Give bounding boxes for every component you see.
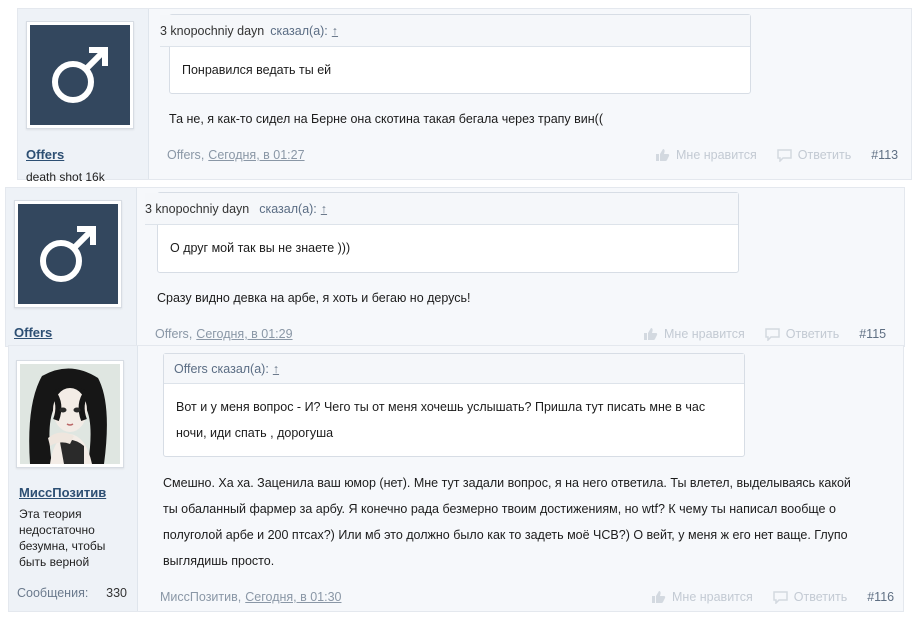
speech-bubble-icon: [777, 148, 792, 162]
author-title: Эта теория недостаточно безумна, чтобы б…: [19, 507, 106, 569]
quote-said: сказал(а):: [259, 201, 317, 216]
post-actions: Мне нравится Ответить #113: [655, 148, 898, 162]
post-number[interactable]: #113: [871, 148, 898, 162]
quote-block: 3 knopochniy dayn сказал(а): ↑ О друг мо…: [145, 192, 739, 273]
post-113: Offers death shot 16k 3 knopochniy dayn …: [17, 8, 912, 184]
post-meta: МиссПозитив, Сегодня, в 01:30: [160, 590, 342, 604]
avatar[interactable]: [14, 200, 122, 308]
reply-label: Ответить: [797, 148, 852, 162]
post-number[interactable]: #115: [859, 327, 886, 341]
quote-author[interactable]: 3 knopochniy dayn: [145, 202, 249, 216]
quote-said: сказал(а):: [270, 23, 328, 38]
reply-label: Ответить: [785, 327, 840, 341]
avatar[interactable]: [26, 21, 134, 129]
quote-jump-link[interactable]: ↑: [321, 202, 327, 216]
speech-bubble-icon: [773, 590, 788, 604]
thumbs-up-icon: [644, 328, 658, 340]
messages-value: 330: [106, 586, 127, 600]
user-cell: Offers: [6, 188, 137, 346]
post-meta: Offers, Сегодня, в 01:27: [167, 148, 305, 162]
quote-block: Offers сказал(а): ↑ Вот и у меня вопрос …: [163, 353, 745, 457]
post-actions: Мне нравится Ответить #115: [643, 327, 886, 341]
meta-date[interactable]: Сегодня, в 01:27: [208, 148, 304, 162]
like-button[interactable]: Мне нравится: [655, 148, 757, 162]
like-label: Мне нравится: [676, 148, 757, 162]
quote-header: Offers сказал(а): ↑: [164, 354, 744, 384]
message-text: Смешно. Ха ха. Заценила ваш юмор (нет). …: [163, 476, 851, 568]
quote-author[interactable]: 3 knopochniy dayn: [160, 24, 264, 38]
meta-date[interactable]: Сегодня, в 01:30: [245, 590, 341, 604]
like-button[interactable]: Мне нравится: [643, 327, 745, 341]
quote-author[interactable]: Offers сказал(а):: [174, 362, 269, 376]
meta-author[interactable]: Offers: [167, 148, 201, 162]
messages-count: Сообщения: 330: [17, 586, 127, 600]
male-symbol-icon: [52, 47, 108, 103]
quote-block: 3 knopochniy dayn сказал(а): ↑ Понравилс…: [160, 14, 751, 94]
thumbs-up-icon: [652, 591, 666, 603]
reply-button[interactable]: Ответить: [773, 590, 847, 604]
post-meta: Offers, Сегодня, в 01:29: [155, 327, 293, 341]
messages-label: Сообщения:: [17, 586, 89, 600]
meta-author[interactable]: Offers: [155, 327, 189, 341]
quote-header: 3 knopochniy dayn сказал(а): ↑: [145, 193, 738, 225]
anime-girl-avatar-image: [20, 364, 120, 464]
author-name[interactable]: МиссПозитив: [19, 485, 106, 500]
thumbs-up-icon: [656, 149, 670, 161]
quote-text: Понравился ведать ты ей: [182, 63, 332, 77]
post-115: Offers 3 knopochniy dayn сказал(а): ↑ О …: [5, 187, 905, 347]
quote-text: О друг мой так вы не знаете ))): [170, 241, 351, 255]
speech-bubble-icon: [765, 327, 780, 341]
reply-button[interactable]: Ответить: [765, 327, 839, 341]
reply-label: Ответить: [793, 590, 848, 604]
reply-button[interactable]: Ответить: [777, 148, 851, 162]
avatar[interactable]: [16, 360, 124, 468]
user-cell: МиссПозитив Эта теория недостаточно безу…: [9, 346, 138, 611]
quote-text: Вот и у меня вопрос - И? Чего ты от меня…: [176, 400, 706, 440]
quote-jump-link[interactable]: ↑: [332, 24, 338, 38]
meta-date[interactable]: Сегодня, в 01:29: [196, 327, 292, 341]
post-number[interactable]: #116: [867, 590, 894, 604]
like-button[interactable]: Мне нравится: [651, 590, 753, 604]
message-text: Та не, я как-то сидел на Берне она скоти…: [169, 112, 603, 126]
post-actions: Мне нравится Ответить #116: [651, 590, 894, 604]
quote-jump-link[interactable]: ↑: [273, 362, 279, 376]
message-text: Сразу видно девка на арбе, я хоть и бега…: [157, 291, 471, 305]
like-label: Мне нравится: [672, 590, 753, 604]
post-116: МиссПозитив Эта теория недостаточно безу…: [8, 345, 904, 612]
user-cell: Offers death shot 16k: [18, 9, 149, 184]
author-title: death shot 16k: [26, 170, 105, 184]
author-name[interactable]: Offers: [26, 147, 64, 162]
male-symbol-icon: [40, 226, 96, 282]
meta-author[interactable]: МиссПозитив: [160, 590, 238, 604]
like-label: Мне нравится: [664, 327, 745, 341]
quote-header: 3 knopochniy dayn сказал(а): ↑: [160, 15, 750, 47]
author-name[interactable]: Offers: [14, 325, 52, 340]
